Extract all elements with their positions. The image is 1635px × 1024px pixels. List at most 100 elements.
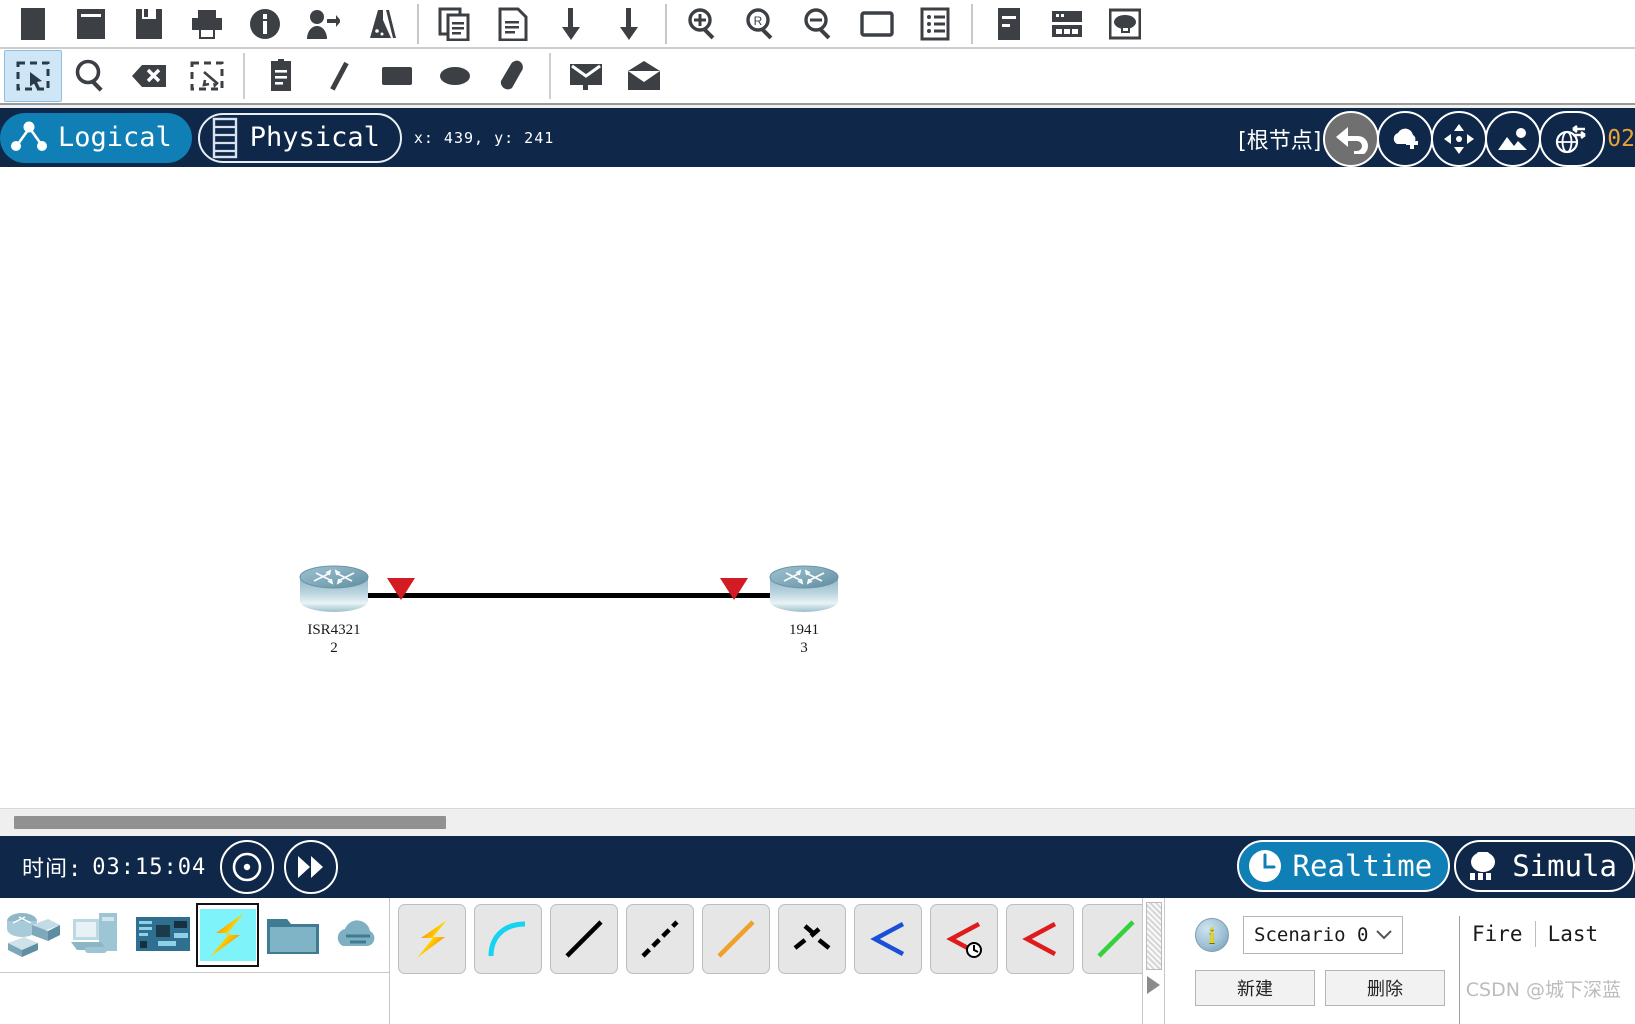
move-object-button[interactable] xyxy=(1431,111,1488,167)
cursor-coordinates: x: 439, y: 241 xyxy=(413,128,555,147)
copper-straight-cable-icon[interactable] xyxy=(550,904,618,974)
draw-freeform-tool-icon[interactable] xyxy=(484,50,542,102)
draw-ellipse-tool-icon[interactable] xyxy=(426,50,484,102)
components-category[interactable] xyxy=(132,903,195,967)
new-scenario-button[interactable]: 新建 xyxy=(1195,970,1315,1006)
fast-forward-time-button[interactable] xyxy=(284,840,339,894)
fiber-cable-icon[interactable] xyxy=(702,904,770,974)
inspect-tool-icon[interactable] xyxy=(62,50,120,102)
router-isr4321[interactable]: ISR4321 2 xyxy=(274,565,394,656)
multiuser-connection-category[interactable] xyxy=(326,903,389,967)
draw-line-tool-icon[interactable] xyxy=(310,50,368,102)
event-table-header: Fire Last xyxy=(1460,916,1635,952)
time-label: 时间: xyxy=(22,857,83,882)
paste-icon[interactable] xyxy=(484,1,542,47)
copper-crossover-cable-icon[interactable] xyxy=(626,904,694,974)
rack-view-icon[interactable] xyxy=(980,1,1038,47)
image-mountain-icon xyxy=(1498,128,1528,150)
physical-view-label: Physical xyxy=(249,122,380,153)
multiuser-cloud-icon xyxy=(337,920,374,946)
cable-scroll-arrow-icon[interactable] xyxy=(1147,976,1160,994)
workspace-horizontal-scrollbar[interactable] xyxy=(0,808,1635,836)
packet-tracer-window: R Logical Physical x: 439, y: 241 [根节点] … xyxy=(0,0,1635,1024)
delete-scenario-button[interactable]: 删除 xyxy=(1325,970,1445,1006)
new-file-icon[interactable] xyxy=(4,1,62,47)
cable-panel-scrollbar[interactable] xyxy=(1142,898,1164,1024)
activity-wizard-icon[interactable] xyxy=(352,1,410,47)
network-info-icon[interactable] xyxy=(236,1,294,47)
end-devices-icon xyxy=(71,913,118,953)
tools-divider xyxy=(243,53,245,99)
redo-icon[interactable] xyxy=(600,1,658,47)
zoom-in-icon[interactable] xyxy=(674,1,732,47)
column-header-fire[interactable]: Fire xyxy=(1460,922,1535,946)
coaxial-cable-icon[interactable] xyxy=(854,904,922,974)
device-category-row xyxy=(0,898,389,972)
network-devices-icon xyxy=(7,913,61,957)
resize-shape-tool-icon[interactable] xyxy=(178,50,236,102)
select-tool-icon[interactable] xyxy=(4,50,62,102)
view-mode-bar: Logical Physical x: 439, y: 241 [根节点] 02 xyxy=(0,105,1635,167)
save-file-icon[interactable] xyxy=(120,1,178,47)
router-model-label: ISR4321 xyxy=(307,622,361,638)
serial-dce-cable-icon[interactable] xyxy=(930,904,998,974)
octal-cable-icon[interactable] xyxy=(1082,904,1150,974)
tools-divider-2 xyxy=(549,53,551,99)
logical-workspace[interactable]: ISR4321 2 1941 3 xyxy=(0,167,1635,808)
network-devices-category[interactable] xyxy=(2,903,65,967)
custom-devices-icon[interactable] xyxy=(906,1,964,47)
device-model-subpanel[interactable] xyxy=(0,972,389,1024)
column-header-last[interactable]: Last xyxy=(1536,922,1611,946)
phone-cable-icon[interactable] xyxy=(778,904,846,974)
logical-topology-icon xyxy=(11,121,47,151)
add-simple-pdu-icon[interactable] xyxy=(558,50,616,102)
place-note-tool-icon[interactable] xyxy=(252,50,310,102)
router-instance-label: 2 xyxy=(330,640,338,656)
cable-scrollbar-track[interactable] xyxy=(1146,902,1162,970)
router-1941[interactable]: 1941 3 xyxy=(744,565,864,656)
scenario-info-icon[interactable]: i xyxy=(1195,918,1229,952)
tools-toolbar xyxy=(0,49,1635,105)
time-value: 03:15:04 xyxy=(92,854,207,880)
realtime-mode-button[interactable]: Realtime xyxy=(1236,840,1451,892)
cloud-registration-icon[interactable] xyxy=(1096,1,1154,47)
power-cycle-icon xyxy=(232,852,262,882)
user-profile-icon[interactable] xyxy=(294,1,352,47)
automatic-cable-icon[interactable] xyxy=(398,904,466,974)
power-cycle-devices-button[interactable] xyxy=(220,840,275,894)
end-devices-category[interactable] xyxy=(67,903,130,967)
navbar-right-controls: [根节点] 02 xyxy=(1238,108,1635,170)
bottom-panels: i Scenario 0 新建 删除 Fire Last CSDN @城下深蓝 xyxy=(0,898,1635,1024)
scenario-panel: i Scenario 0 新建 删除 Fire Last CSDN @城下深蓝 xyxy=(1165,898,1635,1024)
device-view-icon[interactable] xyxy=(1038,1,1096,47)
serial-dte-cable-icon[interactable] xyxy=(1006,904,1074,974)
scrollbar-thumb[interactable] xyxy=(14,816,446,829)
add-complex-pdu-icon[interactable] xyxy=(616,50,674,102)
open-file-icon[interactable] xyxy=(62,1,120,47)
physical-view-tab[interactable]: Physical xyxy=(197,112,402,163)
sim-mode-switch: Realtime Simula xyxy=(1236,840,1635,892)
set-tiled-background-button[interactable] xyxy=(1485,111,1542,167)
delete-tool-icon[interactable] xyxy=(120,50,178,102)
miscellaneous-category[interactable] xyxy=(261,903,324,967)
scenario-dropdown[interactable]: Scenario 0 xyxy=(1243,916,1403,954)
zoom-out-icon[interactable] xyxy=(790,1,848,47)
console-cable-icon[interactable] xyxy=(474,904,542,974)
draw-rectangle-tool-icon[interactable] xyxy=(368,50,426,102)
logical-view-label: Logical xyxy=(58,122,172,153)
zoom-reset-icon[interactable]: R xyxy=(732,1,790,47)
simulation-mode-button[interactable]: Simula xyxy=(1454,840,1635,892)
connections-category[interactable] xyxy=(196,903,260,967)
navigate-back-button[interactable] xyxy=(1323,111,1380,167)
viewport-button[interactable] xyxy=(1539,111,1606,167)
logical-view-tab[interactable]: Logical xyxy=(0,112,192,163)
copy-icon[interactable] xyxy=(426,1,484,47)
new-cluster-button[interactable] xyxy=(1377,111,1434,167)
palette-icon[interactable] xyxy=(848,1,906,47)
toolbar-divider xyxy=(417,3,419,44)
event-list-table: Fire Last xyxy=(1459,916,1635,1024)
globe-link-icon xyxy=(1556,124,1587,154)
info-glyph: i xyxy=(1208,922,1216,948)
print-icon[interactable] xyxy=(178,1,236,47)
undo-icon[interactable] xyxy=(542,1,600,47)
